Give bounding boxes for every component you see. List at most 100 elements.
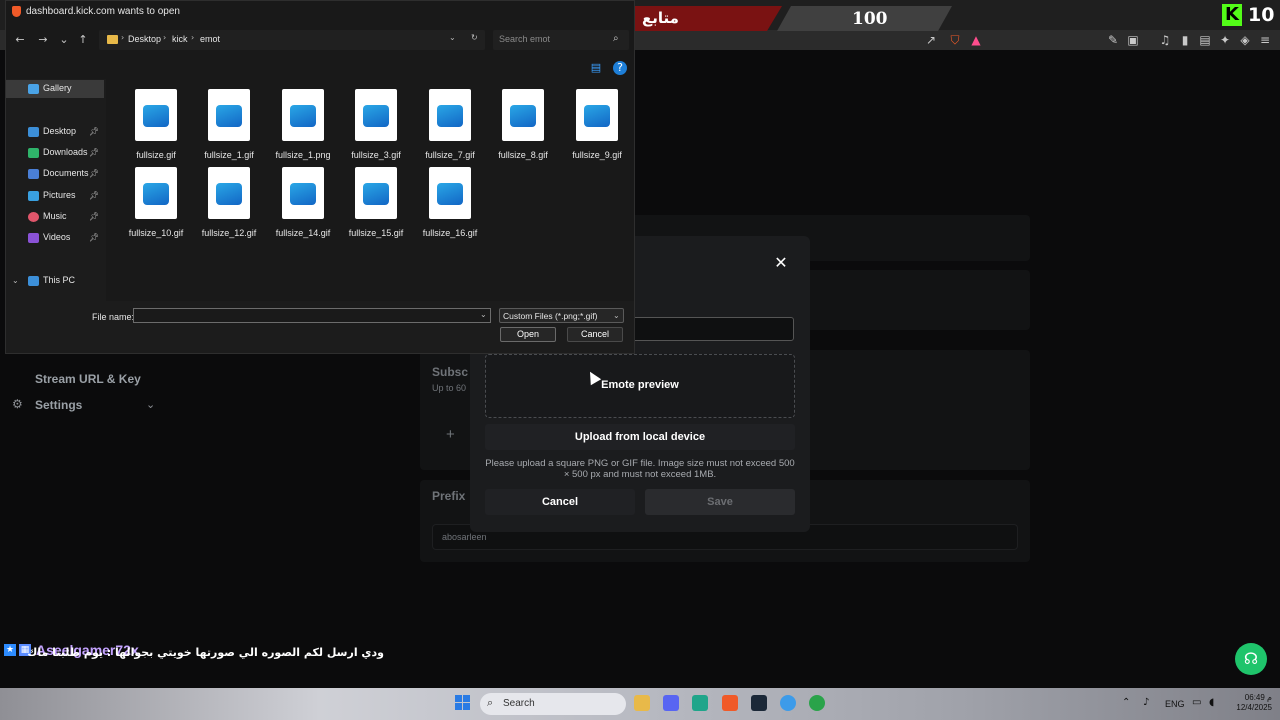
refresh-icon[interactable]: ↻ <box>471 33 478 42</box>
share-icon[interactable]: ↗ <box>924 33 938 47</box>
image-file-icon <box>282 167 324 219</box>
app-icon[interactable] <box>692 695 708 711</box>
file-name-input[interactable] <box>133 308 491 323</box>
menu-icon[interactable]: ≡ <box>1258 33 1272 47</box>
support-headset-icon[interactable]: ☊ <box>1235 643 1267 675</box>
file-open-dialog: dashboard.kick.com wants to open ← → ⌄ ↑… <box>5 0 635 354</box>
brave-icon[interactable] <box>722 695 738 711</box>
chrome-icon[interactable] <box>780 695 796 711</box>
file-item[interactable]: fullsize_15.gif <box>341 157 411 238</box>
file-item[interactable]: fullsize_1.gif <box>194 79 264 160</box>
network-icon[interactable]: ▭ <box>1192 697 1201 708</box>
prefix-value: abosarleen <box>442 532 487 542</box>
image-file-icon <box>208 167 250 219</box>
file-item[interactable]: fullsize_9.gif <box>562 79 632 160</box>
file-item[interactable]: fullsize_10.gif <box>121 157 191 238</box>
wallet-icon[interactable]: ▤ <box>1198 33 1212 47</box>
forward-icon[interactable]: → <box>36 33 50 47</box>
file-explorer-icon[interactable] <box>634 695 650 711</box>
vpn-icon[interactable]: ◈ <box>1238 33 1252 47</box>
follower-label: متابع <box>642 9 679 27</box>
kick-viewer-count: 10 <box>1248 4 1275 26</box>
emote-name-input[interactable] <box>632 317 794 341</box>
navigation-pane: Gallery Desktop 📌︎ Downloads 📌︎ Document… <box>6 79 106 301</box>
section-subtitle: Up to 60 <box>432 383 467 393</box>
media-icon[interactable]: ♫ <box>1158 33 1172 47</box>
search-icon[interactable]: ⌕ <box>613 33 619 44</box>
brave-rewards-icon[interactable]: ▲ <box>969 33 983 47</box>
file-item[interactable]: fullsize_1.png <box>268 79 338 160</box>
add-emote-plus[interactable]: + <box>446 426 455 443</box>
chevron-down-icon[interactable]: ⌄ <box>12 276 19 285</box>
xbox-icon[interactable] <box>809 695 825 711</box>
sidebar-icon[interactable]: ▮ <box>1178 33 1192 47</box>
chevron-up-icon[interactable]: ⌃ <box>1122 697 1130 708</box>
image-file-icon <box>429 89 471 141</box>
sidebar-item-this-pc[interactable]: ⌄ This PC <box>6 272 104 290</box>
chevron-down-icon[interactable]: ⌄ <box>449 33 456 42</box>
breadcrumb-desktop[interactable]: Desktop <box>128 34 161 44</box>
breadcrumb-emot[interactable]: emot <box>200 34 220 44</box>
extensions-icon[interactable]: ✎ <box>1106 33 1120 47</box>
sidebar-item-stream-url[interactable]: Stream URL & Key <box>35 372 141 386</box>
sidebar-item-desktop[interactable]: Desktop 📌︎ <box>6 123 104 141</box>
windows-start-icon[interactable] <box>455 695 471 711</box>
sidebar-item-documents[interactable]: Documents 📌︎ <box>6 165 104 183</box>
taskbar-search-label: Search <box>503 698 535 709</box>
sidebar-item-gallery[interactable]: Gallery <box>6 80 104 98</box>
steam-icon[interactable] <box>751 695 767 711</box>
clock[interactable]: 06:49 م 12/4/2025 <box>1228 693 1272 713</box>
leo-icon[interactable]: ✦ <box>1218 33 1232 47</box>
file-item[interactable]: fullsize_3.gif <box>341 79 411 160</box>
back-icon[interactable]: ← <box>13 33 27 47</box>
discord-icon[interactable] <box>663 695 679 711</box>
sidebar-label: Documents <box>43 168 89 178</box>
file-name: fullsize_9.gif <box>572 150 622 160</box>
file-item[interactable]: fullsize_14.gif <box>268 157 338 238</box>
save-button[interactable]: Save <box>645 489 795 515</box>
brave-shield-icon[interactable]: ⛉ <box>948 33 962 47</box>
view-pane-icon[interactable]: ▤ <box>589 61 603 75</box>
breadcrumb-kick[interactable]: kick <box>172 34 188 44</box>
file-name-label: File name: <box>92 312 135 322</box>
file-item[interactable]: fullsize_12.gif <box>194 157 264 238</box>
file-type-select[interactable]: Custom Files (*.png;*.gif) ⌄ <box>499 308 624 323</box>
pin-icon: 📌︎ <box>89 127 100 136</box>
gallery-icon <box>28 84 39 94</box>
chevron-down-icon[interactable]: ⌄ <box>146 398 155 411</box>
recent-locations-icon[interactable]: ⌄ <box>57 33 71 47</box>
taskbar-search[interactable]: ⌕ Search <box>480 693 626 715</box>
file-grid: fullsize.gif fullsize_1.gif fullsize_1.p… <box>116 79 631 301</box>
file-item[interactable]: fullsize_16.gif <box>415 157 485 238</box>
sidebar-item-music[interactable]: Music 📌︎ <box>6 208 104 226</box>
sidebar-label: Downloads <box>43 147 88 157</box>
pin-icon: 📌︎ <box>89 191 100 200</box>
help-icon[interactable]: ? <box>613 61 627 75</box>
sidebar-item-videos[interactable]: Videos 📌︎ <box>6 229 104 247</box>
sidebar-item-pictures[interactable]: Pictures 📌︎ <box>6 187 104 205</box>
file-item[interactable]: fullsize_8.gif <box>488 79 558 160</box>
cancel-button[interactable]: Cancel <box>485 489 635 515</box>
upload-button[interactable]: Upload from local device <box>485 424 795 450</box>
documents-icon <box>28 169 39 179</box>
volume-icon[interactable]: ◖ <box>1209 697 1214 708</box>
search-icon: ⌕ <box>487 696 494 709</box>
clock-date: 12/4/2025 <box>1236 703 1272 712</box>
chat-text: ودي ارسل لكم الصوره الي صورتها خويتي بجو… <box>27 646 384 659</box>
screenshot-icon[interactable]: ▣ <box>1126 33 1140 47</box>
sidebar-item-settings[interactable]: Settings <box>35 398 82 412</box>
file-item[interactable]: fullsize_7.gif <box>415 79 485 160</box>
chevron-down-icon[interactable]: ⌄ <box>480 310 487 319</box>
search-box[interactable]: Search emot ⌕ <box>493 30 629 50</box>
address-bar[interactable]: › Desktop › kick › emot ⌄ ↻ <box>99 30 485 50</box>
dialog-cancel-button[interactable]: Cancel <box>567 327 623 342</box>
sidebar-item-downloads[interactable]: Downloads 📌︎ <box>6 144 104 162</box>
up-folder-icon[interactable]: ↑ <box>76 33 90 47</box>
image-file-icon <box>208 89 250 141</box>
open-button[interactable]: Open <box>500 327 556 342</box>
image-file-icon <box>282 89 324 141</box>
file-item[interactable]: fullsize.gif <box>121 79 191 160</box>
language-indicator[interactable]: ENG <box>1165 699 1185 709</box>
close-icon[interactable]: ✕ <box>772 254 790 272</box>
microphone-icon[interactable]: ♪ <box>1143 697 1149 708</box>
